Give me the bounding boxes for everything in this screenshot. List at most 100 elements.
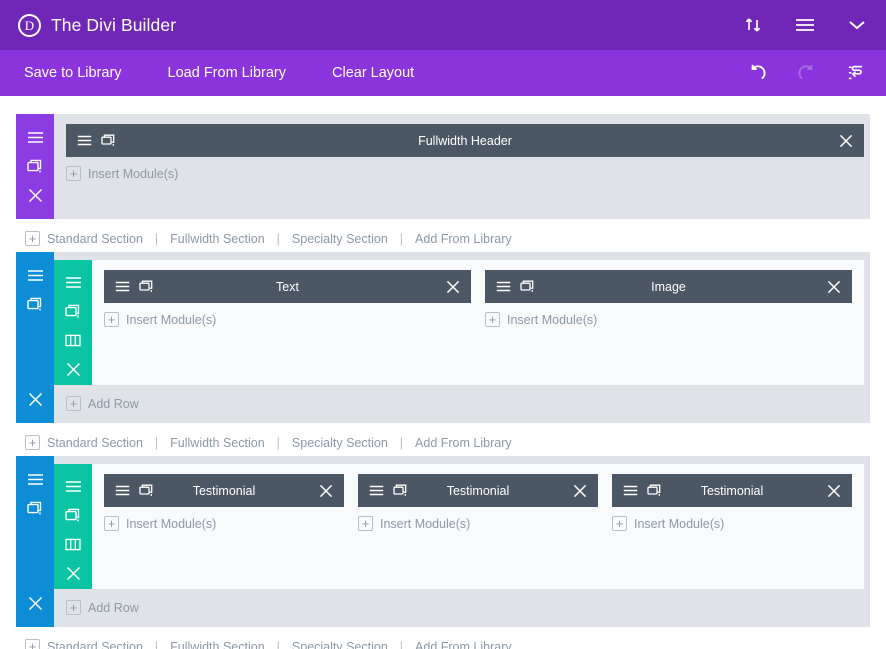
insert-modules-link[interactable]: + Insert Module(s) [104,312,471,327]
load-from-library-button[interactable]: Load From Library [168,65,286,81]
close-x-icon[interactable] [839,134,853,148]
add-row-link[interactable]: + Add Row [54,589,870,627]
plus-icon: + [66,600,81,615]
add-fullwidth-section-link[interactable]: Fullwidth Section [170,232,265,246]
insert-modules-label: Insert Module(s) [126,313,216,327]
module-bar[interactable]: Testimonial [104,474,344,507]
module-bar[interactable]: Testimonial [612,474,852,507]
hamburger-settings-icon[interactable] [24,262,46,288]
duplicate-clone-icon[interactable] [24,153,46,179]
hamburger-menu-icon[interactable] [794,14,816,36]
separator: | [400,640,403,649]
close-x-icon[interactable] [319,484,333,498]
section-standard[interactable]: Testimonial + Insert Module(s) [16,456,870,627]
add-standard-section-link[interactable]: Standard Section [47,232,143,246]
separator: | [400,436,403,450]
hamburger-settings-icon[interactable] [77,135,92,146]
add-from-library-link[interactable]: Add From Library [415,436,512,450]
builder-canvas: Fullwidth Header + Insert Module(s) + St… [0,96,886,649]
plus-icon: + [66,396,81,411]
hamburger-settings-icon[interactable] [24,124,46,150]
close-x-icon[interactable] [24,182,46,208]
insert-modules-link[interactable]: + Insert Module(s) [612,516,852,531]
column: Image + Insert Module(s) [485,270,852,367]
hamburger-settings-icon[interactable] [62,473,84,499]
add-specialty-section-link[interactable]: Specialty Section [292,436,388,450]
duplicate-clone-icon[interactable] [139,280,155,293]
chevron-down-icon[interactable] [846,14,868,36]
section-controls-rail [16,114,54,219]
add-standard-section-link[interactable]: Standard Section [47,640,143,649]
module-controls [496,280,536,293]
up-down-arrows-icon[interactable] [742,14,764,36]
add-standard-section-link[interactable]: Standard Section [47,436,143,450]
editing-history-icon[interactable] [846,62,868,84]
redo-arrow-icon[interactable] [796,62,818,84]
separator: | [277,640,280,649]
hamburger-settings-icon[interactable] [369,485,384,496]
module-bar[interactable]: Image [485,270,852,303]
hamburger-settings-icon[interactable] [496,281,511,292]
plus-icon: + [358,516,373,531]
close-x-icon[interactable] [827,280,841,294]
add-from-library-link[interactable]: Add From Library [415,640,512,649]
column: Testimonial + Insert Module(s) [358,474,598,571]
builder-toolbar: Save to Library Load From Library Clear … [0,50,886,96]
add-section-strip: + Standard Section | Fullwidth Section |… [16,225,870,252]
clear-layout-button[interactable]: Clear Layout [332,65,414,81]
duplicate-clone-icon[interactable] [62,298,84,324]
section-standard[interactable]: Text + Insert Module(s) [16,252,870,423]
save-to-library-button[interactable]: Save to Library [24,65,122,81]
row-controls-rail [54,260,92,385]
hamburger-settings-icon[interactable] [62,269,84,295]
module-title: Fullwidth Header [66,134,864,148]
duplicate-clone-icon[interactable] [139,484,155,497]
column-structure-icon[interactable] [62,327,84,353]
close-x-icon[interactable] [24,386,46,412]
hamburger-settings-icon[interactable] [623,485,638,496]
add-fullwidth-section-link[interactable]: Fullwidth Section [170,436,265,450]
column: Text + Insert Module(s) [104,270,471,367]
separator: | [400,232,403,246]
close-x-icon[interactable] [573,484,587,498]
insert-modules-link[interactable]: + Insert Module(s) [104,516,344,531]
duplicate-clone-icon[interactable] [62,502,84,528]
plus-icon: + [25,435,40,450]
duplicate-clone-icon[interactable] [393,484,409,497]
undo-arrow-icon[interactable] [746,62,768,84]
add-fullwidth-section-link[interactable]: Fullwidth Section [170,640,265,649]
add-specialty-section-link[interactable]: Specialty Section [292,640,388,649]
close-x-icon[interactable] [62,560,84,586]
duplicate-clone-icon[interactable] [24,291,46,317]
module-bar[interactable]: Fullwidth Header [66,124,864,157]
insert-modules-link[interactable]: + Insert Module(s) [66,166,864,181]
duplicate-clone-icon[interactable] [520,280,536,293]
close-x-icon[interactable] [827,484,841,498]
section-fullwidth[interactable]: Fullwidth Header + Insert Module(s) [16,114,870,219]
row[interactable]: Testimonial + Insert Module(s) [54,464,864,589]
insert-modules-link[interactable]: + Insert Module(s) [485,312,852,327]
add-row-link[interactable]: + Add Row [54,385,870,423]
row[interactable]: Text + Insert Module(s) [54,260,864,385]
duplicate-clone-icon[interactable] [24,495,46,521]
close-x-icon[interactable] [24,590,46,616]
close-x-icon[interactable] [62,356,84,382]
add-specialty-section-link[interactable]: Specialty Section [292,232,388,246]
hamburger-settings-icon[interactable] [115,485,130,496]
insert-modules-label: Insert Module(s) [88,167,178,181]
toolbar-actions [746,62,868,84]
brand: D The Divi Builder [18,14,176,37]
insert-modules-label: Insert Module(s) [634,517,724,531]
module-bar[interactable]: Testimonial [358,474,598,507]
add-from-library-link[interactable]: Add From Library [415,232,512,246]
module-controls [77,134,117,147]
duplicate-clone-icon[interactable] [647,484,663,497]
column-structure-icon[interactable] [62,531,84,557]
insert-modules-link[interactable]: + Insert Module(s) [358,516,598,531]
duplicate-clone-icon[interactable] [101,134,117,147]
hamburger-settings-icon[interactable] [24,466,46,492]
add-row-label: Add Row [88,601,139,615]
module-bar[interactable]: Text [104,270,471,303]
hamburger-settings-icon[interactable] [115,281,130,292]
close-x-icon[interactable] [446,280,460,294]
